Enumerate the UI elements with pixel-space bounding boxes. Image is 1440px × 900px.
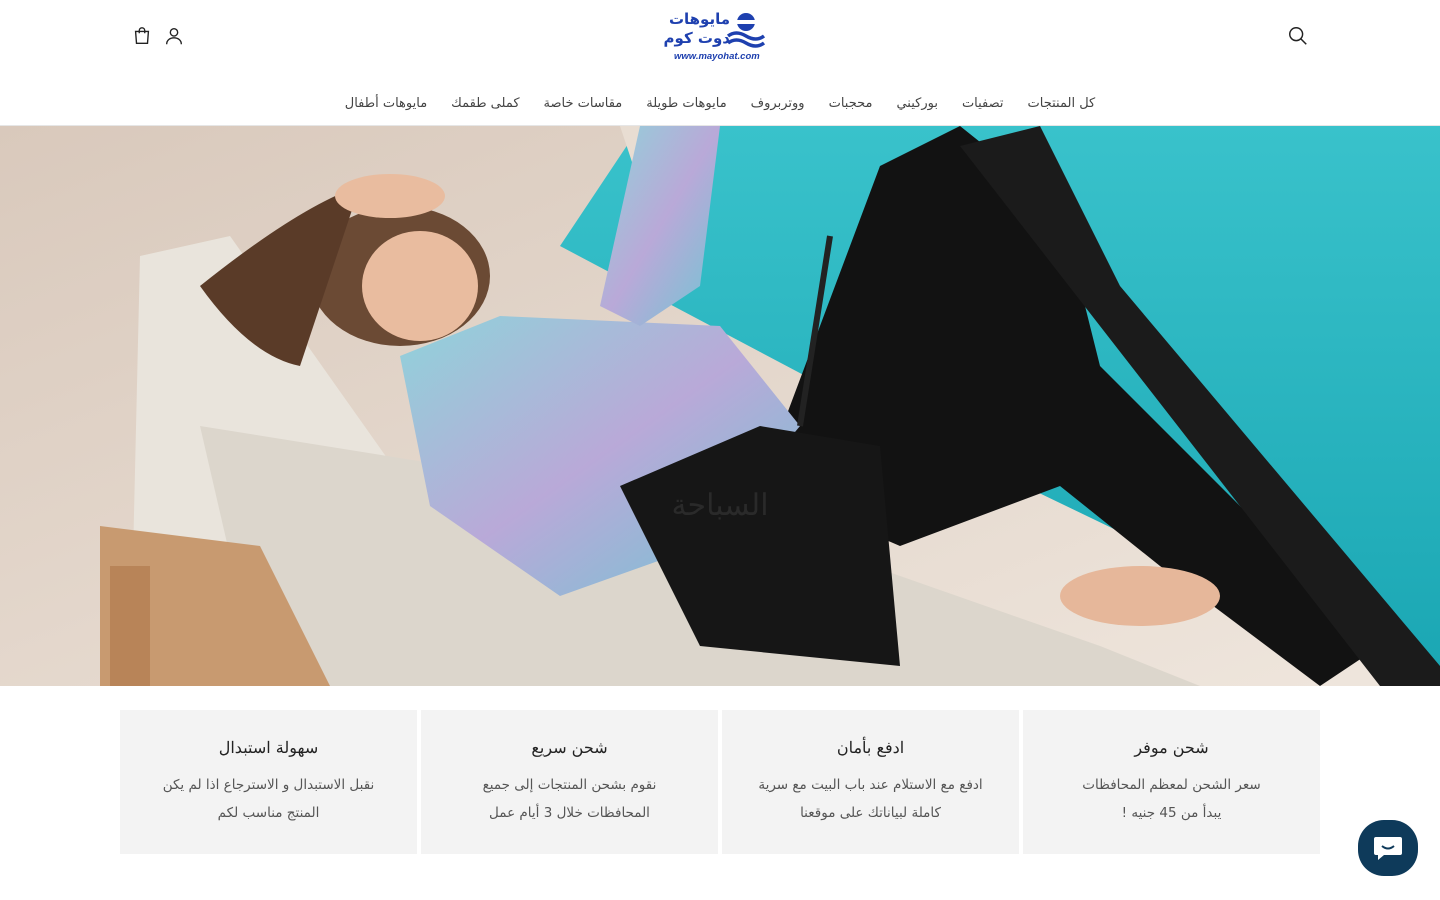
nav-item-burkini[interactable]: بوركيني (896, 94, 937, 116)
chat-widget-button[interactable] (1358, 820, 1418, 876)
account-icon[interactable] (160, 22, 188, 50)
nav-item-clearance[interactable]: تصفيات (962, 94, 1004, 116)
feature-title: سهولة استبدال (218, 738, 319, 757)
nav-item-all-products[interactable]: كل المنتجات (1028, 94, 1096, 116)
feature-text: ادفع مع الاستلام عند باب البيت مع سرية ك… (758, 777, 983, 821)
main-nav: كل المنتجات تصفيات بوركيني محجبات ووتربر… (0, 94, 1440, 116)
nav-item-waterproof[interactable]: ووتربروف (751, 94, 805, 116)
feature-title: شحن موفر (1134, 738, 1209, 757)
feature-title: ادفع بأمان (836, 738, 905, 757)
hero-image (0, 126, 1440, 686)
logo-url: www.mayohat.com (674, 51, 760, 62)
feature-secure-payment: ادفع بأمان ادفع مع الاستلام عند باب البي… (722, 710, 1019, 854)
swimmer-logo-icon (726, 13, 766, 48)
nav-item-complete-set[interactable]: كملى طقمك (451, 94, 519, 116)
site-logo[interactable]: مايوهات دوت كوم www.mayohat.com (664, 8, 770, 66)
nav-item-kids[interactable]: مايوهات أطفال (345, 94, 427, 116)
nav-item-special-sizes[interactable]: مقاسات خاصة (544, 94, 623, 116)
hero-banner[interactable]: السباحة (0, 126, 1440, 686)
feature-text: سعر الشحن لمعظم المحافظات يبدأ من 45 جني… (1082, 777, 1261, 821)
nav-item-long-swimsuits[interactable]: مايوهات طويلة (646, 94, 726, 116)
features-row: شحن موفر سعر الشحن لمعظم المحافظات يبدأ … (120, 710, 1320, 854)
feature-text: نقوم بشحن المنتجات إلى جميع المحافظات خل… (482, 777, 657, 821)
feature-text: نقبل الاستبدال و الاسترجاع اذا لم يكن ال… (162, 777, 375, 821)
search-icon[interactable] (1284, 22, 1312, 50)
site-header: مايوهات دوت كوم www.mayohat.com كل المنت… (0, 0, 1440, 126)
hero-title: السباحة (671, 488, 769, 523)
logo-text-arabic: مايوهات دوت كوم (663, 10, 730, 47)
nav-item-hijab[interactable]: محجبات (829, 94, 873, 116)
feature-title: شحن سريع (531, 738, 608, 757)
feature-fast-shipping: شحن سريع نقوم بشحن المنتجات إلى جميع الم… (421, 710, 718, 854)
feature-shipping-cost: شحن موفر سعر الشحن لمعظم المحافظات يبدأ … (1023, 710, 1320, 854)
feature-easy-exchange: سهولة استبدال نقبل الاستبدال و الاسترجاع… (120, 710, 417, 854)
cart-icon[interactable] (128, 22, 156, 50)
chat-bubble-icon (1374, 837, 1402, 860)
